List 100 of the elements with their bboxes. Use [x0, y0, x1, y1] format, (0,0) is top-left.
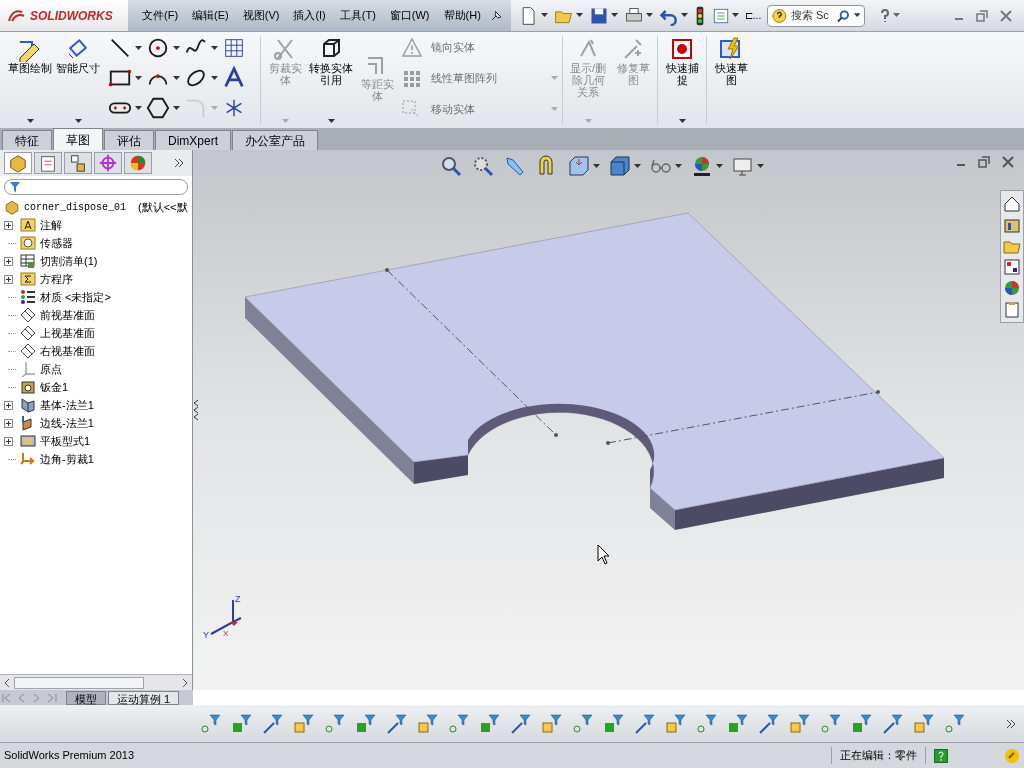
selection-filter-icon[interactable] — [913, 712, 935, 735]
feature-tree-item[interactable]: 基体-法兰1 — [40, 396, 94, 414]
chevron-more-icon[interactable] — [1006, 718, 1016, 729]
selection-filter-icon[interactable] — [572, 712, 594, 735]
restore-icon[interactable] — [976, 9, 988, 22]
selection-filter-icon[interactable] — [758, 712, 780, 735]
selection-filter-icon[interactable] — [355, 712, 377, 735]
selection-filter-icon[interactable] — [882, 712, 904, 735]
part-tree-icon[interactable] — [8, 153, 28, 173]
restore-icon[interactable] — [978, 156, 990, 168]
selection-filter-icon[interactable] — [200, 712, 222, 735]
ribbon-tool-button[interactable]: 快速捕捉 — [662, 32, 702, 86]
selection-filter-icon[interactable] — [727, 712, 749, 735]
search-field[interactable]: 搜索 Sc — [767, 4, 866, 27]
dropdown-caret-icon[interactable] — [327, 119, 335, 124]
selection-filter-icon[interactable] — [324, 712, 346, 735]
command-tab[interactable]: 特征 — [2, 130, 52, 150]
help-icon[interactable] — [934, 748, 948, 763]
color-ball-icon[interactable] — [1003, 279, 1021, 297]
command-tab[interactable]: 草图 — [53, 128, 103, 150]
selection-filter-icon[interactable] — [696, 712, 718, 735]
dropdown-caret-icon[interactable] — [135, 45, 142, 51]
dropdown-caret-icon[interactable] — [634, 163, 641, 169]
feature-tree-item[interactable]: 平板型式1 — [40, 432, 91, 450]
feature-tree-item[interactable]: 传感器 — [40, 234, 73, 252]
selection-filter-icon[interactable] — [386, 712, 408, 735]
selection-filter-icon[interactable] — [944, 712, 966, 735]
letter-a-icon[interactable] — [222, 66, 246, 90]
menu-item[interactable]: 文件(F) — [136, 4, 185, 27]
chevron-more-icon[interactable] — [174, 158, 184, 168]
menu-item[interactable]: 编辑(E) — [186, 4, 235, 27]
dropdown-caret-icon[interactable] — [645, 13, 653, 18]
dropdown-caret-icon[interactable] — [211, 75, 218, 81]
configuration-icon[interactable] — [68, 153, 88, 173]
expand-plus-icon[interactable] — [4, 256, 13, 266]
command-tab[interactable]: 评估 — [104, 130, 154, 150]
dropdown-caret-icon[interactable] — [610, 13, 618, 18]
dropdown-caret-icon[interactable] — [575, 13, 583, 18]
model-tab[interactable]: 运动算例 1 — [108, 690, 180, 705]
selection-filter-icon[interactable] — [851, 712, 873, 735]
menu-item[interactable]: 视图(V) — [236, 4, 286, 27]
filter-field[interactable] — [4, 179, 188, 195]
hexagon-tool-icon[interactable] — [146, 96, 170, 120]
dropdown-caret-icon[interactable] — [173, 105, 180, 111]
selection-filter-icon[interactable] — [293, 712, 315, 735]
feature-tree-item[interactable]: 边线-法兰1 — [40, 414, 94, 432]
expand-plus-icon[interactable] — [4, 418, 13, 428]
menu-item[interactable]: 帮助(H) — [437, 4, 487, 27]
expand-plus-icon[interactable] — [4, 274, 13, 284]
close-icon[interactable] — [1002, 156, 1014, 168]
close-icon[interactable] — [1000, 9, 1012, 22]
selection-filter-icon[interactable] — [634, 712, 656, 735]
dropdown-caret-icon[interactable] — [135, 75, 142, 81]
feature-tree-item[interactable]: 注解 — [40, 216, 62, 234]
menu-item[interactable]: 插入(I) — [287, 4, 332, 27]
dropdown-caret-icon[interactable] — [74, 119, 82, 124]
clipboard-icon[interactable] — [1003, 300, 1021, 318]
ribbon-tool-button[interactable]: 转换实体引用 — [309, 32, 353, 86]
dropdown-caret-icon[interactable] — [593, 163, 600, 169]
home-icon[interactable] — [1003, 195, 1021, 213]
dropdown-caret-icon[interactable] — [135, 105, 142, 111]
dropdown-caret-icon[interactable] — [731, 13, 739, 18]
dropdown-caret-icon[interactable] — [26, 119, 34, 124]
feature-tree-item[interactable]: 方程序 — [40, 270, 73, 288]
menu-item[interactable]: 工具(T) — [333, 4, 382, 27]
dropdown-caret-icon[interactable] — [757, 163, 764, 169]
feature-tree-item[interactable]: 钣金1 — [40, 378, 69, 396]
expand-plus-icon[interactable] — [4, 220, 13, 230]
selection-filter-icon[interactable] — [820, 712, 842, 735]
part-name[interactable]: corner_dispose_01 — [24, 199, 127, 215]
expand-plus-icon[interactable] — [4, 436, 13, 446]
feature-tree-item[interactable]: 原点 — [40, 360, 62, 378]
help-icon[interactable] — [879, 8, 892, 23]
zoom-fit-icon[interactable] — [439, 154, 463, 178]
overflow-text[interactable]: ⊏... — [744, 8, 762, 23]
selection-filter-icon[interactable] — [603, 712, 625, 735]
dropdown-caret-icon[interactable] — [716, 163, 723, 169]
dropdown-caret-icon[interactable] — [211, 45, 218, 51]
feature-tree-item[interactable]: 右视基准面 — [40, 342, 95, 360]
selection-filter-icon[interactable] — [262, 712, 284, 735]
feature-tree-item[interactable]: 边角-剪裁1 — [40, 450, 94, 468]
command-tab[interactable]: 办公室产品 — [232, 130, 318, 150]
dropdown-caret-icon[interactable] — [680, 13, 688, 18]
selection-filter-icon[interactable] — [417, 712, 439, 735]
selection-filter-icon[interactable] — [789, 712, 811, 735]
selection-filter-icon[interactable] — [231, 712, 253, 735]
feature-tree-item[interactable]: 上视基准面 — [40, 324, 95, 342]
dropdown-caret-icon[interactable] — [173, 45, 180, 51]
menu-item[interactable]: 窗口(W) — [383, 4, 436, 27]
line-tool-icon[interactable] — [108, 36, 132, 60]
crosshair-icon[interactable] — [98, 153, 118, 173]
zoom-area-icon[interactable] — [471, 154, 495, 178]
grid-tool-icon[interactable] — [222, 36, 246, 60]
ribbon-tool-button[interactable]: 快速草图 — [711, 32, 751, 86]
selection-filter-icon[interactable] — [541, 712, 563, 735]
dropdown-caret-icon[interactable] — [540, 13, 548, 18]
feature-tree-item[interactable]: 切割清单(1) — [40, 252, 98, 270]
model-tab[interactable]: 模型 — [66, 690, 106, 705]
dropdown-caret-icon[interactable] — [678, 119, 686, 124]
expand-plus-icon[interactable] — [4, 400, 13, 410]
